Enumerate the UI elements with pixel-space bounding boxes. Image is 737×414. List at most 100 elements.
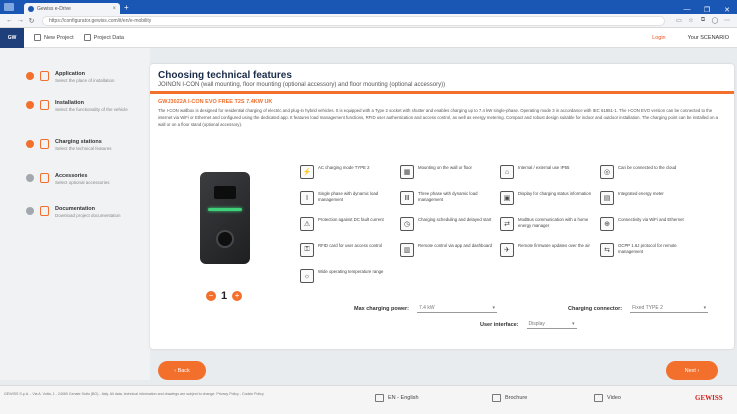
step-subtitle: Select the functionality of the vehicle [55, 107, 128, 112]
chevron-down-icon: ▾ [572, 321, 575, 327]
reload-icon[interactable]: ↻ [26, 17, 37, 25]
connector-label: Charging connector: [568, 305, 623, 312]
device-display [214, 186, 236, 199]
ocpp-icon: ⇆ [600, 243, 614, 257]
new-project-button[interactable]: New Project [34, 34, 74, 41]
scenario-selector[interactable]: Your SCENARIO [688, 35, 729, 41]
feature-text: Remote control via app and dashboard [418, 243, 493, 248]
feature-item: ⚿ RFID card for user access control [300, 243, 396, 257]
feature-text: Internal / external use IP55 [518, 165, 570, 170]
new-project-label: New Project [44, 34, 74, 41]
feature-text: Wide operating temperature range [318, 269, 384, 274]
documentation-icon [40, 206, 49, 216]
profile-icon[interactable]: ◯ [709, 17, 721, 24]
feature-item: ▦ Mounting on the wall or floor [400, 165, 496, 179]
feature-text: Protection against DC fault current [318, 217, 384, 222]
connector-value: Fixed TYPE 2 [632, 305, 663, 311]
back-button[interactable]: ‹ Back [158, 361, 206, 380]
step-title: Accessories [55, 173, 88, 179]
step-title: Documentation [55, 206, 96, 212]
step-documentation[interactable]: Documentation Download project documenta… [26, 206, 145, 219]
feature-item: ⚠ Protection against DC fault current [300, 217, 396, 231]
language-selector[interactable]: EN - English [375, 394, 419, 402]
user-interface-value: Display [528, 321, 545, 327]
single-phase-icon: Ⅰ [300, 191, 314, 205]
forward-arrow-icon[interactable]: → [15, 17, 26, 24]
feature-item: ☼ Wide operating temperature range [300, 269, 396, 283]
maximize-icon[interactable]: ❐ [697, 6, 717, 14]
installation-icon [40, 100, 49, 110]
page-title: Choosing technical features [158, 70, 292, 81]
mounting-icon: ▦ [400, 165, 414, 179]
step-subtitle: Select the technical features [55, 146, 112, 151]
three-phase-icon: Ⅲ [400, 191, 414, 205]
legal-text: GEWISS S.p.A. - Via A. Volta, 1 - 24069 … [4, 392, 264, 396]
firmware-update-icon: ✈ [500, 243, 514, 257]
settings-menu-icon[interactable]: ⋯ [721, 17, 733, 24]
wifi-ethernet-icon: ⊕ [600, 217, 614, 231]
connector-select[interactable]: Fixed TYPE 2 ▾ [630, 304, 709, 313]
app-header: GW New Project Project Data Login Your S… [0, 27, 737, 48]
close-window-icon[interactable]: ✕ [717, 6, 737, 14]
step-title: Installation [55, 100, 85, 106]
feature-text: Three phase with dynamic load management [418, 191, 478, 202]
step-application[interactable]: Application Select the place of installa… [26, 71, 145, 84]
app-logo[interactable]: GW [0, 27, 24, 48]
product-name: GWJ3022A I-CON EVO FREE T2S 7.4KW UK [158, 99, 273, 105]
page-footer: GEWISS S.p.A. - Via A. Volta, 1 - 24069 … [0, 385, 737, 414]
brochure-link[interactable]: Brochure [492, 394, 527, 402]
tab-title: Gewiss e-Drive [37, 5, 71, 12]
back-arrow-icon[interactable]: ← [4, 17, 15, 24]
quantity-decrease-button[interactable]: − [206, 291, 216, 301]
feature-item: ◷ Charging scheduling and delayed start [400, 217, 496, 231]
feature-text: Integrated energy meter [618, 191, 664, 196]
browser-tab[interactable]: Gewiss e-Drive × [24, 3, 120, 14]
page-subtitle: JOINON I-CON (wall mounting, floor mount… [158, 82, 446, 88]
window-controls: — ❐ ✕ [677, 6, 737, 14]
url-field[interactable]: https://configurator.gewiss.com/it/en/e-… [42, 15, 665, 26]
new-tab-icon[interactable]: + [124, 3, 129, 12]
address-bar: ← → ↻ https://configurator.gewiss.com/it… [0, 14, 737, 28]
window-menu-icon[interactable] [4, 3, 14, 11]
product-description: The I-CON wallbox is designed for reside… [158, 108, 719, 127]
user-interface-select[interactable]: Display ▾ [526, 320, 577, 329]
feature-text: Charging scheduling and delayed start [418, 217, 492, 222]
step-charging-stations[interactable]: Charging stations Select the technical f… [26, 139, 145, 152]
collections-icon[interactable]: ⧉ [697, 17, 709, 24]
login-link[interactable]: Login [652, 35, 665, 41]
feature-text: Single phase with dynamic load managemen… [318, 191, 379, 202]
quantity-stepper: − 1 + [206, 290, 243, 302]
feature-text: RFID card for user access control [318, 243, 382, 248]
dc-protection-icon: ⚠ [300, 217, 314, 231]
feature-item: ◎ Can be connected to the cloud [600, 165, 696, 179]
feature-text: Display for charging status information [518, 191, 592, 196]
brochure-icon [492, 394, 501, 402]
step-accessories[interactable]: Accessories Select optional accessories [26, 173, 145, 186]
step-subtitle: Select optional accessories [55, 180, 110, 185]
device-socket [216, 230, 234, 248]
energy-meter-icon: ▤ [600, 191, 614, 205]
feature-text: Mounting on the wall or floor [418, 165, 472, 170]
feature-item: Ⅲ Three phase with dynamic load managemen… [400, 191, 496, 205]
reader-icon[interactable]: ▭ [673, 17, 685, 24]
step-installation[interactable]: Installation Select the functionality of… [26, 100, 145, 113]
feature-item: ⌂ Internal / external use IP55 [500, 165, 596, 179]
favorite-star-icon[interactable]: ☆ [685, 17, 697, 24]
browser-tabbar: Gewiss e-Drive × + — ❐ ✕ [0, 0, 737, 14]
user-interface-option: User interface: Display ▾ [480, 320, 577, 329]
folder-icon [83, 34, 91, 41]
cloud-icon: ◎ [600, 165, 614, 179]
step-status-dot [26, 72, 34, 80]
max-power-select[interactable]: 7.4 kW ▾ [417, 304, 498, 313]
language-label: EN - English [388, 395, 419, 401]
project-data-button[interactable]: Project Data [83, 34, 124, 41]
minimize-icon[interactable]: — [677, 6, 697, 14]
close-tab-icon[interactable]: × [112, 6, 116, 12]
video-label: Video [607, 395, 621, 401]
main-panel: Choosing technical features JOINON I-CON… [150, 64, 734, 349]
feature-item: ⇄ ModBus communication with a home energy… [500, 217, 596, 231]
quantity-increase-button[interactable]: + [232, 291, 243, 301]
next-button[interactable]: Next › [666, 361, 718, 380]
remote-control-icon: ▥ [400, 243, 414, 257]
video-link[interactable]: Video [594, 394, 621, 402]
